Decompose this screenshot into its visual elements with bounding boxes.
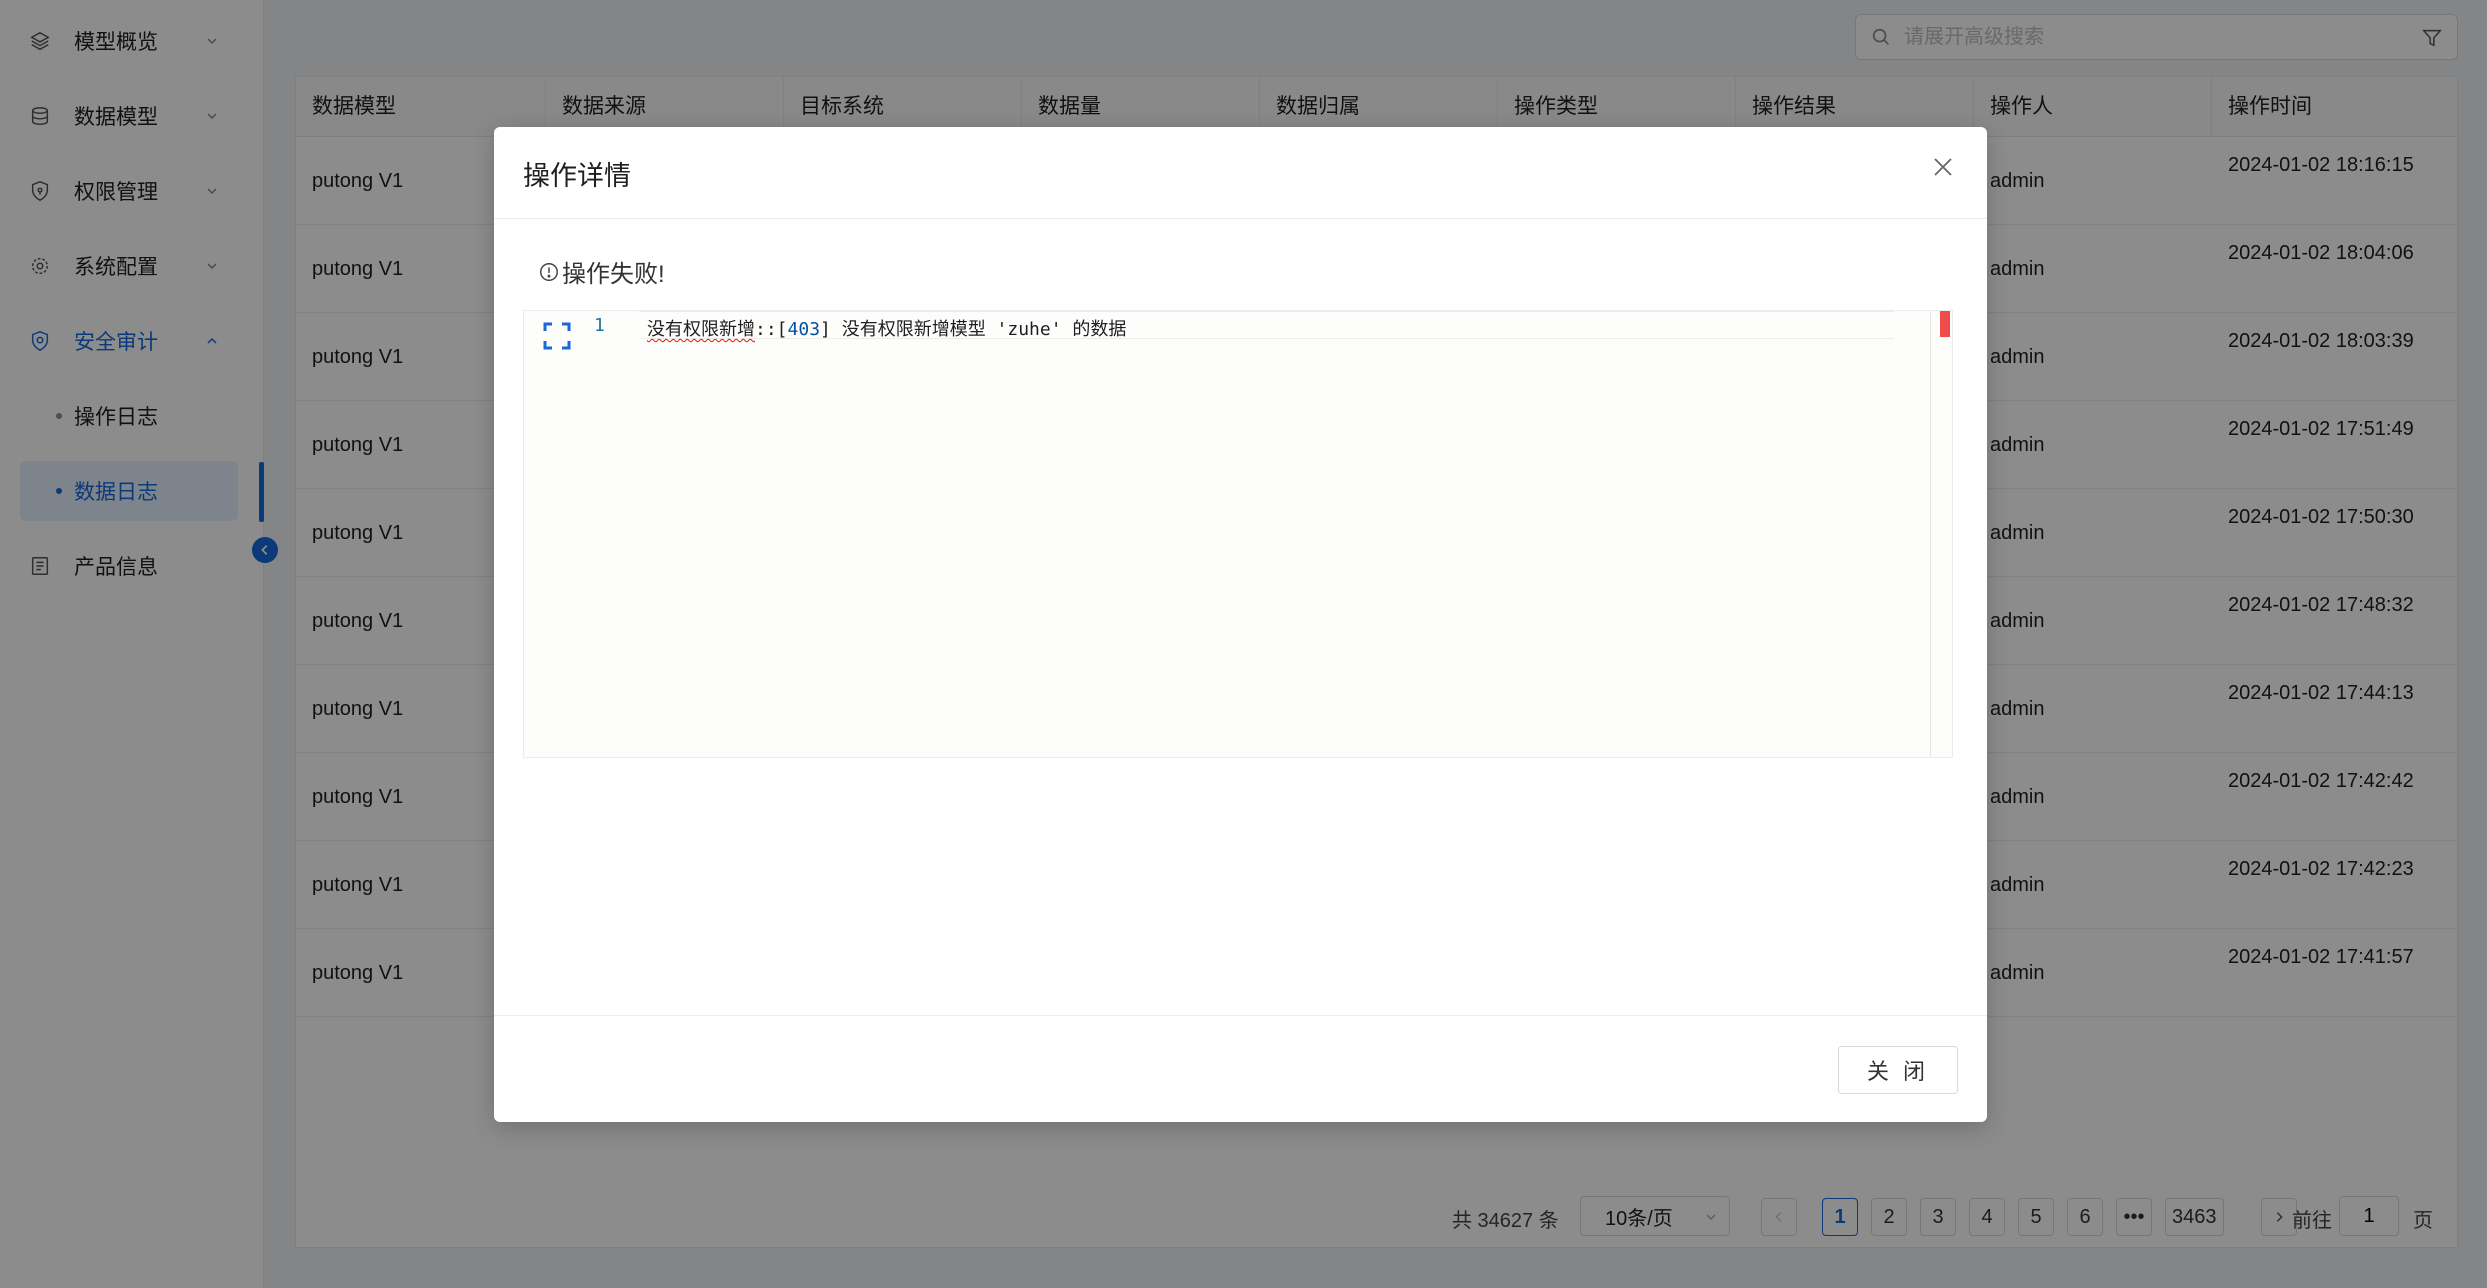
- info-circle-icon: [538, 261, 560, 283]
- dialog-header: 操作详情: [494, 127, 1987, 219]
- code-editor[interactable]: 1 没有权限新增::[403] 没有权限新增模型 'zuhe' 的数据: [523, 310, 1953, 758]
- code-segment: ::[: [755, 319, 788, 340]
- line-number: 1: [594, 315, 605, 336]
- error-marker: [1940, 311, 1950, 337]
- dialog-footer: 关 闭: [494, 1015, 1987, 1122]
- editor-scrollbar[interactable]: [1930, 311, 1952, 757]
- operation-detail-dialog: 操作详情 操作失败! 1 没有权限新增::[403] 没有权限新增模型 'zuh…: [494, 127, 1987, 1122]
- operation-status: 操作失败!: [538, 254, 665, 289]
- dialog-title: 操作详情: [523, 161, 631, 191]
- code-error-segment: 没有权限新增: [647, 319, 755, 340]
- close-icon[interactable]: [1931, 155, 1957, 181]
- code-line: 没有权限新增::[403] 没有权限新增模型 'zuhe' 的数据: [647, 315, 1126, 341]
- code-segment: ] 没有权限新增模型 'zuhe' 的数据: [820, 319, 1127, 340]
- fullscreen-icon[interactable]: [542, 321, 572, 351]
- close-button[interactable]: 关 闭: [1838, 1046, 1958, 1094]
- code-number: 403: [787, 319, 821, 340]
- status-text: 操作失败!: [562, 261, 665, 288]
